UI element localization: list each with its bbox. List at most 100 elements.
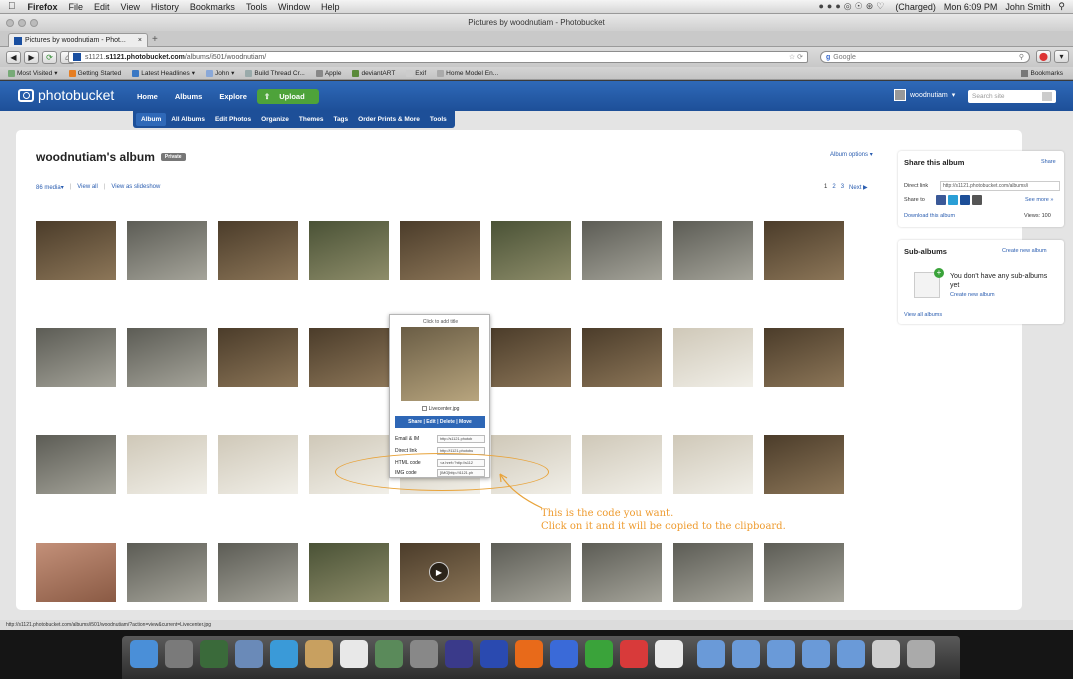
popup-add-title[interactable]: Click to add title xyxy=(390,319,491,325)
user-name[interactable]: John Smith xyxy=(1005,2,1050,12)
photo-thumbnail[interactable] xyxy=(764,221,844,280)
bookmark-john[interactable]: John ▾ xyxy=(205,69,234,77)
finder-icon[interactable] xyxy=(130,640,158,668)
photo-thumbnail[interactable] xyxy=(673,328,753,387)
photobucket-logo[interactable]: photobucket xyxy=(18,87,114,103)
photo-thumbnail[interactable] xyxy=(36,543,116,602)
photo-thumbnail[interactable] xyxy=(491,328,571,387)
url-bar[interactable]: s1121. s1121.photobucket.com/albums/i501/… xyxy=(68,51,808,63)
twitter-icon[interactable] xyxy=(948,195,958,205)
subnav-order-prints[interactable]: Order Prints & More xyxy=(353,116,425,123)
site-identity-icon[interactable] xyxy=(73,53,81,61)
photo-thumbnail[interactable] xyxy=(764,543,844,602)
bookmark-latest-headlines[interactable]: Latest Headlines ▾ xyxy=(132,69,195,77)
page-3[interactable]: 3 xyxy=(841,184,844,191)
site-search-input[interactable]: Search site xyxy=(968,90,1056,103)
photo-thumbnail[interactable] xyxy=(218,543,298,602)
contacts-icon[interactable] xyxy=(305,640,333,668)
add-album-icon[interactable]: + xyxy=(934,268,944,278)
download-album-link[interactable]: Download this album xyxy=(904,213,955,219)
photo-thumbnail[interactable] xyxy=(218,328,298,387)
share-edit-delete-move-bar[interactable]: Share | Edit | Delete | Move xyxy=(395,416,485,428)
new-tab-button[interactable]: + xyxy=(152,34,158,45)
browser-tab[interactable]: Pictures by woodnutiam - Phot... × xyxy=(8,33,148,47)
word-icon[interactable] xyxy=(550,640,578,668)
page-1[interactable]: 1 xyxy=(824,184,827,191)
photo-thumbnail[interactable] xyxy=(218,221,298,280)
page-2[interactable]: 2 xyxy=(832,184,835,191)
adobe-icon[interactable] xyxy=(445,640,473,668)
subnav-all-albums[interactable]: All Albums xyxy=(166,116,210,123)
nav-home[interactable]: Home xyxy=(130,89,165,104)
safari-icon[interactable] xyxy=(270,640,298,668)
menu-history[interactable]: History xyxy=(151,2,179,12)
trash-icon[interactable] xyxy=(907,640,935,668)
menu-help[interactable]: Help xyxy=(321,2,340,12)
video-play-icon[interactable]: ▶ xyxy=(429,562,449,582)
photo-thumbnail[interactable] xyxy=(127,543,207,602)
reload-button[interactable]: ⟳ xyxy=(42,50,57,64)
view-all-albums-link[interactable]: View all albums xyxy=(904,312,942,318)
photo-thumbnail[interactable] xyxy=(764,328,844,387)
bookmark-build-thread[interactable]: Build Thread Cr... xyxy=(245,69,305,77)
photo-thumbnail[interactable] xyxy=(673,543,753,602)
subnav-album[interactable]: Album xyxy=(136,113,167,126)
create-new-album-link[interactable]: Create new album xyxy=(1002,248,1047,254)
photo-thumbnail[interactable] xyxy=(309,328,389,387)
iphoto-icon[interactable] xyxy=(375,640,403,668)
next-page-link[interactable]: Next ▶ xyxy=(849,184,868,191)
view-all-link[interactable]: View all xyxy=(77,184,98,191)
folder-icon[interactable] xyxy=(837,640,865,668)
subnav-tools[interactable]: Tools xyxy=(425,116,452,123)
battery-status[interactable]: (Charged) xyxy=(895,2,936,12)
bookmark-star-icon[interactable]: ☆ ⟳ xyxy=(789,53,803,61)
photo-thumbnail[interactable] xyxy=(127,328,207,387)
calendar-icon[interactable] xyxy=(340,640,368,668)
photo-thumbnail[interactable] xyxy=(673,435,753,494)
facebook-icon[interactable] xyxy=(936,195,946,205)
media-count-dropdown[interactable]: 86 media▾ xyxy=(36,184,64,191)
addon-menu-icon[interactable]: ▾ xyxy=(1054,50,1069,63)
photo-thumbnail[interactable] xyxy=(582,221,662,280)
photo-thumbnail[interactable] xyxy=(400,221,480,280)
search-go-button[interactable] xyxy=(1042,92,1052,101)
apple-menu-icon[interactable]:  xyxy=(8,1,16,12)
photo-thumbnail[interactable] xyxy=(36,435,116,494)
photo-thumbnail[interactable] xyxy=(582,328,662,387)
bookmark-deviantart[interactable]: deviantART xyxy=(352,69,395,77)
select-checkbox[interactable] xyxy=(421,406,427,412)
bookmark-exif[interactable]: Exif xyxy=(406,69,426,77)
privacy-badge[interactable]: Private xyxy=(160,153,186,161)
email-icon[interactable] xyxy=(972,195,982,205)
addon-icon[interactable]: ⬤ xyxy=(1036,50,1051,63)
bookmark-most-visited[interactable]: Most Visited ▾ xyxy=(8,69,58,77)
menu-view[interactable]: View xyxy=(121,2,140,12)
photo-thumbnail[interactable] xyxy=(673,221,753,280)
upload-button[interactable]: ⇧ Upload xyxy=(256,89,319,104)
nav-albums[interactable]: Albums xyxy=(168,89,210,104)
photoshop-icon[interactable] xyxy=(480,640,508,668)
launchpad-icon[interactable] xyxy=(165,640,193,668)
see-more-link[interactable]: See more » xyxy=(1025,197,1053,203)
photo-thumbnail[interactable] xyxy=(491,221,571,280)
grid-folder-icon[interactable] xyxy=(872,640,900,668)
share-link[interactable]: Share xyxy=(1041,159,1056,165)
photo-thumbnail[interactable]: ▶ xyxy=(400,543,480,602)
search-bar[interactable]: g Google ⚲ xyxy=(820,51,1030,63)
folder-icon[interactable] xyxy=(732,640,760,668)
album-direct-link-field[interactable]: http://s1121.photobucket.com/albums/i xyxy=(940,181,1060,191)
back-button[interactable]: ◀ xyxy=(6,50,21,64)
spotlight-icon[interactable]: ⚲ xyxy=(1058,1,1065,12)
status-icons[interactable]: ●●●◎☉⊛♡ xyxy=(818,1,887,12)
menu-app[interactable]: Firefox xyxy=(28,2,58,12)
subnav-tags[interactable]: Tags xyxy=(328,116,353,123)
email-im-field[interactable]: http://s1121.photob xyxy=(437,435,485,443)
nav-explore[interactable]: Explore xyxy=(212,89,254,104)
myspace-icon[interactable] xyxy=(960,195,970,205)
folder-icon[interactable] xyxy=(802,640,830,668)
photo-thumbnail[interactable] xyxy=(36,221,116,280)
slideshow-link[interactable]: View as slideshow xyxy=(111,184,160,191)
photo-thumbnail[interactable] xyxy=(309,543,389,602)
subnav-themes[interactable]: Themes xyxy=(294,116,329,123)
mail-icon[interactable] xyxy=(235,640,263,668)
